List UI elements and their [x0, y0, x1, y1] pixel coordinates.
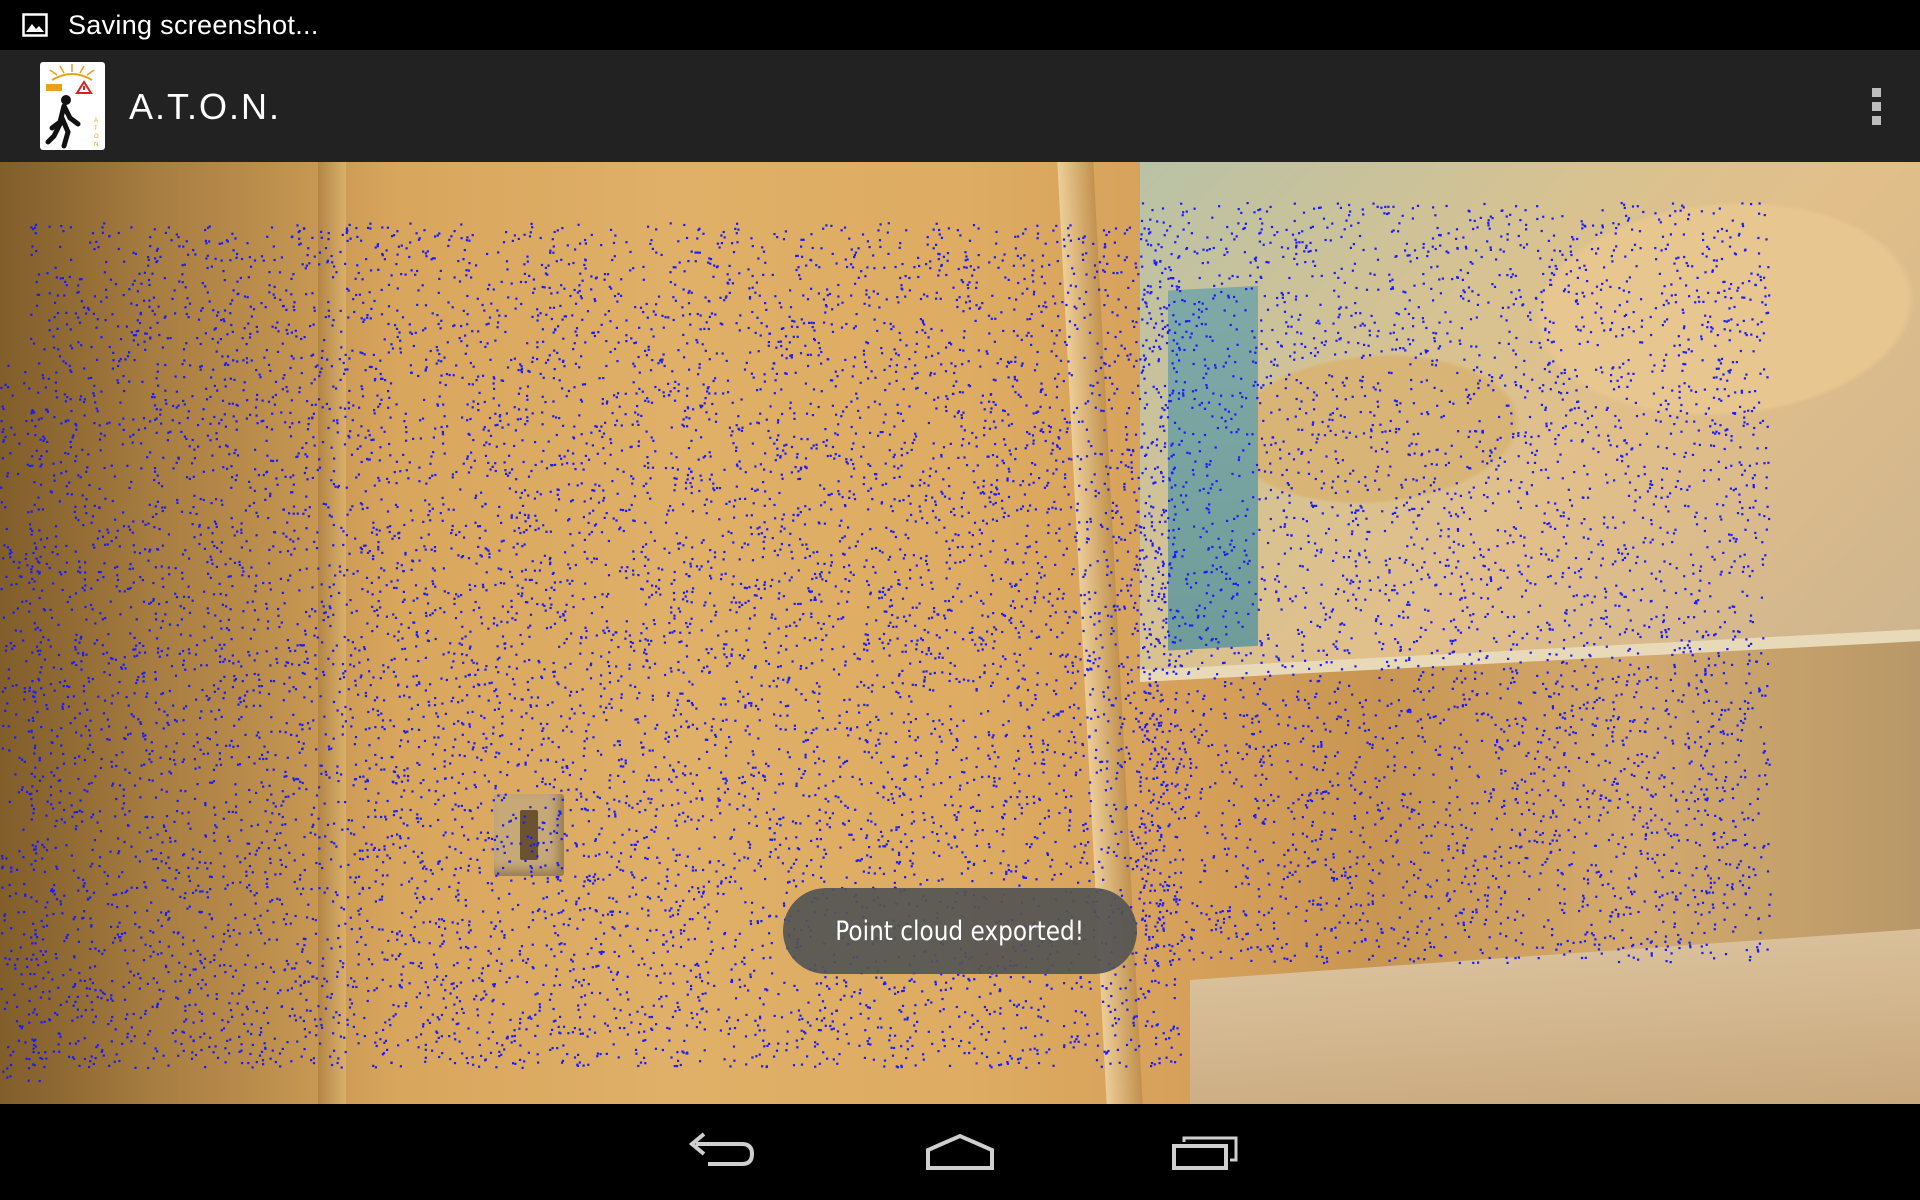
navigation-bar	[0, 1104, 1920, 1200]
svg-text:O: O	[94, 134, 99, 140]
svg-text:N: N	[94, 142, 98, 148]
app-logo[interactable]: A T O N	[40, 62, 105, 150]
svg-text:A: A	[94, 118, 98, 124]
image-icon	[22, 13, 48, 37]
back-icon[interactable]	[682, 1126, 754, 1178]
status-bar: Saving screenshot...	[0, 0, 1920, 50]
app-title: A.T.O.N.	[129, 86, 282, 127]
toast-message: Point cloud exported!	[835, 915, 1085, 947]
recent-apps-icon[interactable]	[1170, 1126, 1242, 1178]
svg-text:T: T	[94, 126, 98, 132]
home-icon[interactable]	[924, 1126, 996, 1178]
toast: Point cloud exported!	[783, 888, 1137, 974]
status-notification-text: Saving screenshot...	[68, 9, 319, 40]
action-bar: A T O N A.T.O.N.	[0, 50, 1920, 162]
pedestrian-warning-logo: A T O N	[45, 64, 99, 149]
overflow-menu-icon[interactable]	[1852, 74, 1900, 138]
